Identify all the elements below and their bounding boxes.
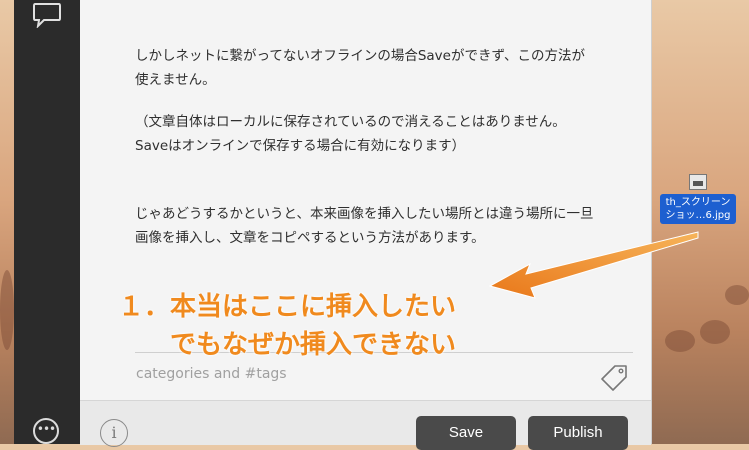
chat-bubble-icon[interactable]	[32, 2, 62, 28]
editor-footer: i Save Publish	[80, 400, 651, 450]
annotation-text: １．本当はここに挿入したい でもなぜか挿入できない	[118, 288, 456, 364]
flamingo-shape	[0, 270, 14, 350]
editor-window: しかしネットに繋がってないオフラインの場合Saveができず、この方法が 使えませ…	[80, 0, 652, 450]
file-name-line: ショッ…6.jpg	[665, 210, 731, 221]
flamingo-shape	[700, 320, 730, 344]
flamingo-shape	[665, 330, 695, 352]
more-icon[interactable]: •••	[33, 418, 59, 444]
annotation-line: でもなぜか挿入できない	[170, 330, 457, 360]
tags-input[interactable]	[136, 362, 536, 386]
post-body[interactable]: しかしネットに繋がってないオフラインの場合Saveができず、この方法が 使えませ…	[135, 44, 615, 250]
info-icon[interactable]: i	[100, 419, 128, 447]
annotation-arrow	[488, 231, 699, 299]
annotation-line: １．本当はここに挿入したい	[118, 292, 457, 322]
flamingo-shape	[725, 285, 749, 305]
image-file-icon	[689, 174, 707, 190]
paragraph: しかしネットに繋がってないオフラインの場合Saveができず、この方法が 使えませ…	[135, 48, 586, 88]
paragraph: （文章自体はローカルに保存されているので消えることはありません。 Saveはオン…	[135, 114, 566, 154]
tag-icon[interactable]	[600, 362, 630, 392]
file-name-label: th_スクリーン ショッ…6.jpg	[660, 194, 736, 224]
publish-button[interactable]: Publish	[528, 416, 628, 450]
app-sidebar: •••	[14, 0, 81, 444]
save-button[interactable]: Save	[416, 416, 516, 450]
file-name-line: th_スクリーン	[665, 197, 731, 208]
